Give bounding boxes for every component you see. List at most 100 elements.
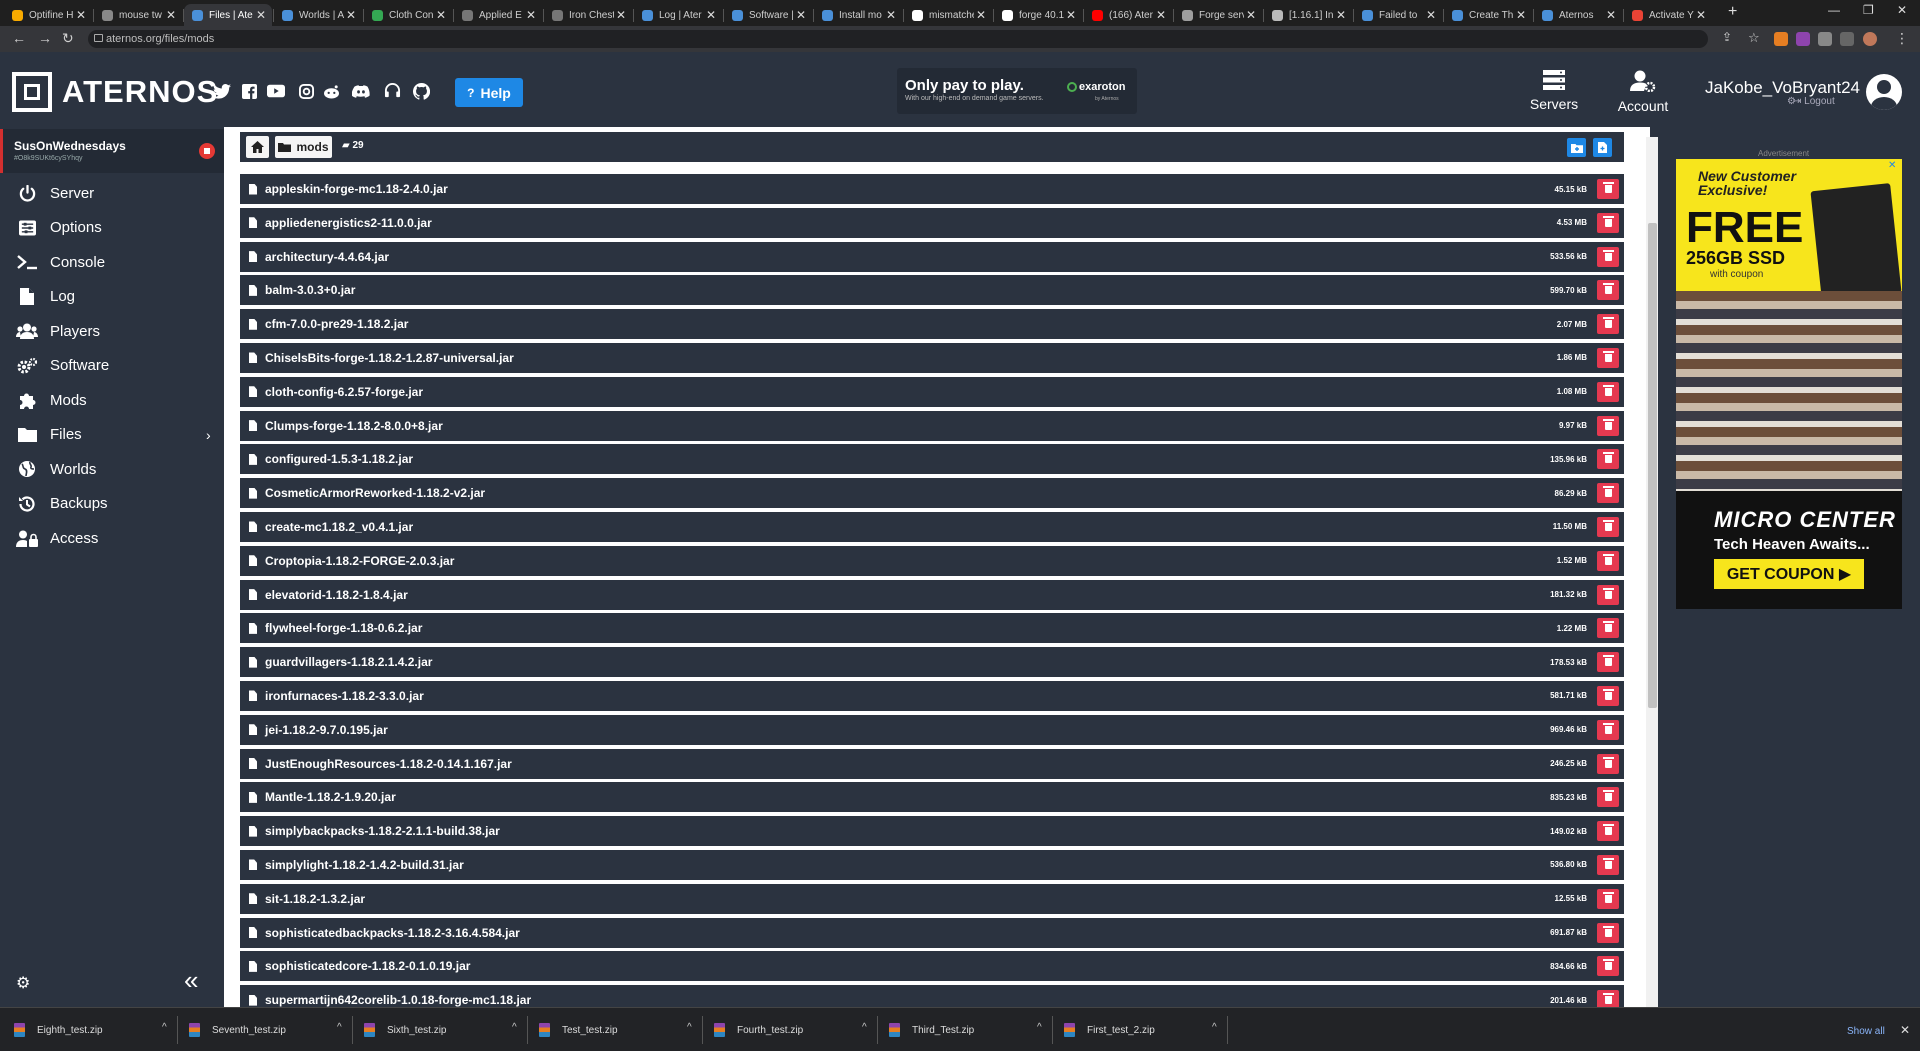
- tab-close-icon[interactable]: ✕: [1154, 8, 1168, 22]
- tab-close-icon[interactable]: ✕: [1604, 8, 1618, 22]
- browser-tab[interactable]: Files | Ate ✕: [184, 4, 272, 26]
- file-name[interactable]: sit-1.18.2-1.3.2.jar: [265, 892, 1555, 906]
- file-row[interactable]: Croptopia-1.18.2-FORGE-2.0.3.jar 1.52 MB: [240, 545, 1624, 576]
- minimize-icon[interactable]: —: [1828, 3, 1840, 17]
- breadcrumb-folder-button[interactable]: mods: [275, 136, 332, 158]
- download-item[interactable]: First_test_2.zip ^: [1064, 1018, 1230, 1042]
- tab-close-icon[interactable]: ✕: [1424, 8, 1438, 22]
- delete-file-button[interactable]: [1597, 854, 1619, 875]
- page-scrollbar-thumb[interactable]: [1648, 223, 1657, 708]
- tab-close-icon[interactable]: ✕: [884, 8, 898, 22]
- sidepanel-icon[interactable]: [1840, 32, 1854, 46]
- file-row[interactable]: cfm-7.0.0-pre29-1.18.2.jar 2.07 MB: [240, 309, 1624, 340]
- download-item[interactable]: Eighth_test.zip ^: [14, 1018, 180, 1042]
- file-name[interactable]: ChiselsBits-forge-1.18.2-1.2.87-universa…: [265, 351, 1557, 365]
- extensions-puzzle-icon[interactable]: [1818, 32, 1832, 46]
- file-name[interactable]: elevatorid-1.18.2-1.8.4.jar: [265, 588, 1550, 602]
- tab-close-icon[interactable]: ✕: [254, 8, 268, 22]
- file-name[interactable]: sophisticatedbackpacks-1.18.2-3.16.4.584…: [265, 926, 1550, 940]
- extension-icon[interactable]: [1774, 32, 1788, 46]
- sidebar-item-players[interactable]: Players: [0, 314, 224, 348]
- sidebar-item-software[interactable]: Software: [0, 349, 224, 383]
- server-status-stop-icon[interactable]: [199, 143, 215, 159]
- maximize-icon[interactable]: ❐: [1863, 3, 1874, 17]
- file-row[interactable]: Mantle-1.18.2-1.9.20.jar 835.23 kB: [240, 782, 1624, 813]
- file-name[interactable]: appliedenergistics2-11.0.0.jar: [265, 216, 1557, 230]
- sidebar-item-log[interactable]: Log: [0, 280, 224, 314]
- download-item[interactable]: Test_test.zip ^: [539, 1018, 705, 1042]
- file-row[interactable]: Clumps-forge-1.18.2-8.0.0+8.jar 9.97 kB: [240, 410, 1624, 441]
- sidebar-collapse-icon[interactable]: «: [184, 965, 199, 996]
- delete-file-button[interactable]: [1597, 381, 1619, 402]
- delete-file-button[interactable]: [1597, 280, 1619, 301]
- tab-close-icon[interactable]: ✕: [1064, 8, 1078, 22]
- chevron-up-icon[interactable]: ^: [337, 1022, 342, 1033]
- file-name[interactable]: cfm-7.0.0-pre29-1.18.2.jar: [265, 317, 1557, 331]
- sidebar-item-options[interactable]: Options: [0, 211, 224, 245]
- tab-close-icon[interactable]: ✕: [344, 8, 358, 22]
- delete-file-button[interactable]: [1597, 415, 1619, 436]
- file-name[interactable]: jei-1.18.2-9.7.0.195.jar: [265, 723, 1550, 737]
- browser-tab[interactable]: Create Th ✕: [1444, 4, 1532, 26]
- sidebar-item-mods[interactable]: Mods: [0, 383, 224, 417]
- file-row[interactable]: cloth-config-6.2.57-forge.jar 1.08 MB: [240, 376, 1624, 407]
- new-tab-button[interactable]: +: [1728, 3, 1737, 21]
- file-row[interactable]: appleskin-forge-mc1.18-2.4.0.jar 45.15 kB: [240, 174, 1624, 204]
- github-icon[interactable]: [412, 82, 430, 100]
- delete-file-button[interactable]: [1597, 652, 1619, 673]
- logout-link[interactable]: ⇥ Logout: [1793, 96, 1835, 107]
- delete-file-button[interactable]: [1597, 550, 1619, 571]
- file-row[interactable]: sit-1.18.2-1.3.2.jar 12.55 kB: [240, 883, 1624, 914]
- browser-tab[interactable]: mismatche ✕: [904, 4, 992, 26]
- delete-file-button[interactable]: [1597, 314, 1619, 335]
- tab-close-icon[interactable]: ✕: [1694, 8, 1708, 22]
- tab-close-icon[interactable]: ✕: [1514, 8, 1528, 22]
- delete-file-button[interactable]: [1597, 212, 1619, 233]
- file-row[interactable]: simplybackpacks-1.18.2-2.1.1-build.38.ja…: [240, 816, 1624, 847]
- settings-gear-icon[interactable]: ⚙: [16, 973, 30, 993]
- support-headset-icon[interactable]: [383, 82, 401, 100]
- delete-file-button[interactable]: [1597, 821, 1619, 842]
- bookmark-star-icon[interactable]: ☆: [1748, 30, 1760, 46]
- aternos-logo-icon[interactable]: [12, 72, 52, 112]
- browser-tab[interactable]: Cloth Con ✕: [364, 4, 452, 26]
- file-name[interactable]: cloth-config-6.2.57-forge.jar: [265, 385, 1557, 399]
- profile-avatar[interactable]: [1863, 32, 1877, 46]
- tab-close-icon[interactable]: ✕: [1244, 8, 1258, 22]
- delete-file-button[interactable]: [1597, 685, 1619, 706]
- browser-menu-icon[interactable]: ⋮: [1895, 30, 1909, 47]
- get-coupon-button[interactable]: GET COUPON ▶: [1714, 559, 1864, 589]
- delete-file-button[interactable]: [1597, 347, 1619, 368]
- close-downloads-bar-icon[interactable]: ✕: [1900, 1023, 1910, 1037]
- discord-icon[interactable]: [352, 82, 370, 100]
- download-item[interactable]: Seventh_test.zip ^: [189, 1018, 355, 1042]
- account-nav-button[interactable]: Account: [1608, 70, 1678, 114]
- chevron-up-icon[interactable]: ^: [162, 1022, 167, 1033]
- tab-close-icon[interactable]: ✕: [434, 8, 448, 22]
- delete-file-button[interactable]: [1597, 753, 1619, 774]
- browser-tab[interactable]: (166) Ater ✕: [1084, 4, 1172, 26]
- reddit-icon[interactable]: [322, 82, 340, 100]
- user-avatar[interactable]: [1866, 74, 1902, 110]
- file-row[interactable]: appliedenergistics2-11.0.0.jar 4.53 MB: [240, 207, 1624, 238]
- extension-icon[interactable]: [1796, 32, 1810, 46]
- delete-file-button[interactable]: [1597, 449, 1619, 470]
- file-name[interactable]: Mantle-1.18.2-1.9.20.jar: [265, 790, 1550, 804]
- browser-tab[interactable]: Failed to ✕: [1354, 4, 1442, 26]
- create-folder-button[interactable]: [1567, 138, 1586, 157]
- browser-tab[interactable]: Worlds | A ✕: [274, 4, 362, 26]
- file-name[interactable]: Clumps-forge-1.18.2-8.0.0+8.jar: [265, 419, 1559, 433]
- tab-close-icon[interactable]: ✕: [524, 8, 538, 22]
- tab-close-icon[interactable]: ✕: [614, 8, 628, 22]
- sidebar-item-backups[interactable]: Backups: [0, 487, 224, 521]
- file-row[interactable]: ChiselsBits-forge-1.18.2-1.2.87-universa…: [240, 342, 1624, 373]
- file-name[interactable]: JustEnoughResources-1.18.2-0.14.1.167.ja…: [265, 757, 1550, 771]
- tab-close-icon[interactable]: ✕: [974, 8, 988, 22]
- delete-file-button[interactable]: [1597, 922, 1619, 943]
- file-name[interactable]: Croptopia-1.18.2-FORGE-2.0.3.jar: [265, 554, 1557, 568]
- delete-file-button[interactable]: [1597, 719, 1619, 740]
- file-row[interactable]: balm-3.0.3+0.jar 599.70 kB: [240, 275, 1624, 306]
- tab-close-icon[interactable]: ✕: [794, 8, 808, 22]
- browser-tab[interactable]: Forge serv ✕: [1174, 4, 1262, 26]
- browser-tab[interactable]: Aternos ✕: [1534, 4, 1622, 26]
